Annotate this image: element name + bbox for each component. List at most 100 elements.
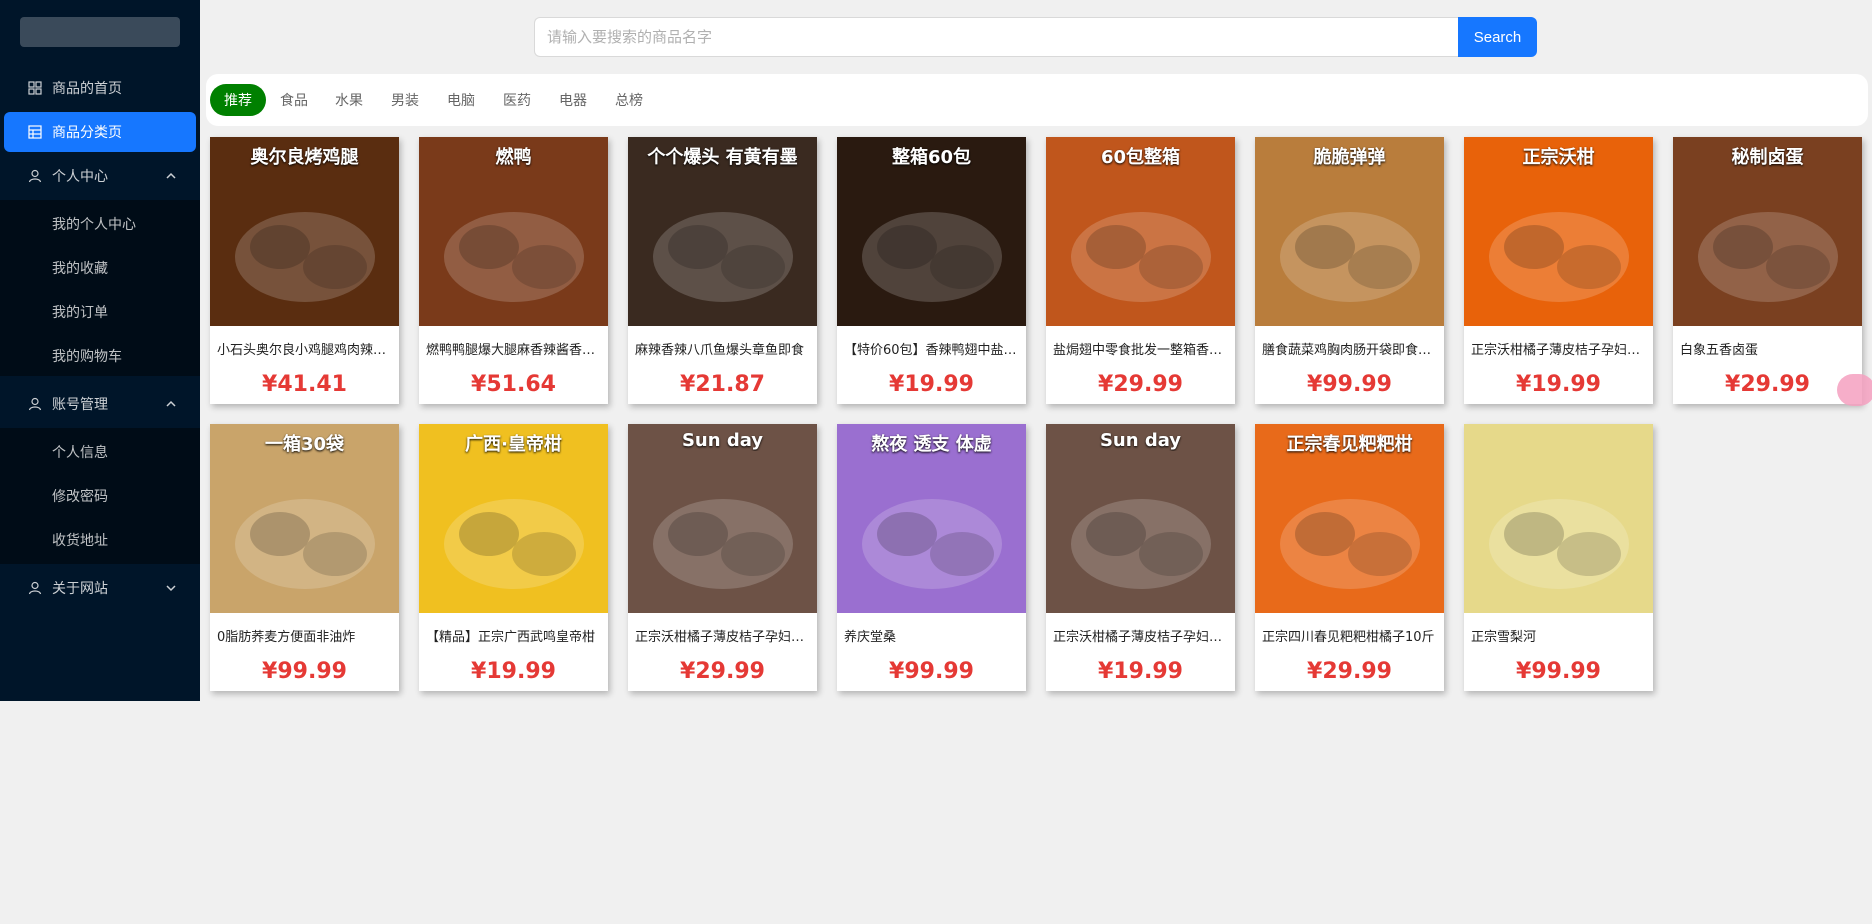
product-image[interactable]: 秘制卤蛋 [1673, 137, 1862, 326]
product-price: ¥99.99 [1516, 659, 1601, 684]
tab-ranking[interactable]: 总榜 [615, 84, 643, 116]
product-name[interactable]: 麻辣香辣八爪鱼爆头章鱼即食 [635, 339, 815, 358]
product-price: ¥99.99 [889, 659, 974, 684]
floating-assistant-button[interactable] [1837, 374, 1872, 406]
menu-item-account[interactable]: 账号管理 [0, 384, 200, 424]
chevron-up-icon [166, 400, 176, 407]
tab-medicine[interactable]: 医药 [503, 84, 531, 116]
product-name[interactable]: 盐焗翅中零食批发一整箱香辣卤味 [1053, 339, 1233, 358]
product-image[interactable]: 熬夜 透支 体虚 [837, 424, 1026, 613]
product-name[interactable]: 0脂肪荞麦方便面非油炸 [217, 626, 397, 645]
submenu-item-favorites[interactable]: 我的收藏 [0, 248, 200, 288]
category-tabs: 推荐 食品 水果 男装 电脑 医药 电器 总榜 [206, 74, 1868, 126]
submenu-item-profile[interactable]: 个人信息 [0, 432, 200, 472]
search-bar: Search [534, 17, 1537, 57]
product-image[interactable]: 一箱30袋 [210, 424, 399, 613]
menu-item-label: 账号管理 [52, 397, 108, 413]
product-card[interactable]: Sun day 正宗沃柑橘子薄皮桔子孕妇水果 ¥29.99 [628, 424, 817, 691]
product-card[interactable]: 个个爆头 有黄有墨 麻辣香辣八爪鱼爆头章鱼即食 ¥21.87 [628, 137, 817, 404]
product-name[interactable]: 【特价60包】香辣鸭翅中盐焗卤味 [844, 339, 1024, 358]
product-card[interactable]: 广西·皇帝柑【精品】正宗广西武鸣皇帝柑 ¥19.99 [419, 424, 608, 691]
product-price: ¥19.99 [471, 659, 556, 684]
product-image-caption: 60包整箱 [1100, 147, 1181, 168]
appstore-icon [28, 81, 42, 95]
product-image[interactable] [1464, 424, 1653, 613]
menu-item-personal-center[interactable]: 个人中心 [0, 156, 200, 196]
product-price: ¥29.99 [1098, 372, 1183, 397]
submenu-item-orders[interactable]: 我的订单 [0, 292, 200, 332]
product-price: ¥19.99 [1516, 372, 1601, 397]
tab-fruit[interactable]: 水果 [335, 84, 363, 116]
product-name[interactable]: 正宗四川春见粑粑柑橘子10斤 [1262, 626, 1442, 645]
app-root: 商品的首页 商品分类页 个人中心 我的个人中心 我的收藏 我的订单 我的购物车 … [0, 0, 1872, 924]
product-card[interactable]: 脆脆弹弹 膳食蔬菜鸡胸肉肠开袋即食零食 ¥99.99 [1255, 137, 1444, 404]
product-card[interactable]: 整箱60包 【特价60包】香辣鸭翅中盐焗卤味 ¥19.99 [837, 137, 1026, 404]
product-card[interactable]: 燃鸭 燃鸭鸭腿爆大腿麻香辣酱香卤味 ¥51.64 [419, 137, 608, 404]
product-image[interactable]: 脆脆弹弹 [1255, 137, 1444, 326]
tab-computer[interactable]: 电脑 [447, 84, 475, 116]
user-icon [28, 397, 42, 411]
submenu-item-address[interactable]: 收货地址 [0, 520, 200, 560]
product-image[interactable]: 燃鸭 [419, 137, 608, 326]
product-image-caption: 熬夜 透支 体虚 [871, 434, 992, 455]
product-image-caption: 正宗春见粑粑柑 [1286, 434, 1413, 455]
menu-item-home[interactable]: 商品的首页 [0, 68, 200, 108]
tab-appliance[interactable]: 电器 [559, 84, 587, 116]
product-card[interactable]: Sun day 正宗沃柑橘子薄皮桔子孕妇水果 ¥19.99 [1046, 424, 1235, 691]
product-name[interactable]: 白象五香卤蛋 [1680, 339, 1860, 358]
product-card[interactable]: 60包整箱盐焗翅中零食批发一整箱香辣卤味 ¥29.99 [1046, 137, 1235, 404]
product-image[interactable]: 正宗沃柑 [1464, 137, 1653, 326]
product-image[interactable]: 个个爆头 有黄有墨 [628, 137, 817, 326]
product-card[interactable]: 奥尔良烤鸡腿小石头奥尔良小鸡腿鸡肉辣卤香卤味 ¥41.41 [210, 137, 399, 404]
product-image[interactable]: 广西·皇帝柑 [419, 424, 608, 613]
table-icon [28, 125, 42, 139]
product-image-caption: Sun day [1099, 430, 1182, 451]
product-image-caption: 广西·皇帝柑 [465, 434, 562, 455]
product-card[interactable]: 正宗雪梨河 ¥99.99 [1464, 424, 1653, 691]
product-card[interactable]: 一箱30袋 0脂肪荞麦方便面非油炸 ¥99.99 [210, 424, 399, 691]
product-image[interactable]: 正宗春见粑粑柑 [1255, 424, 1444, 613]
user-icon [28, 169, 42, 183]
product-card[interactable]: 正宗春见粑粑柑 正宗四川春见粑粑柑橘子10斤 ¥29.99 [1255, 424, 1444, 691]
product-price: ¥21.87 [680, 372, 765, 397]
product-price: ¥29.99 [680, 659, 765, 684]
tab-food[interactable]: 食品 [280, 84, 308, 116]
product-card[interactable]: 秘制卤蛋白象五香卤蛋 ¥29.99 [1673, 137, 1862, 404]
product-name[interactable]: 【精品】正宗广西武鸣皇帝柑 [426, 626, 606, 645]
submenu-item-my-center[interactable]: 我的个人中心 [0, 204, 200, 244]
chevron-up-icon [166, 172, 176, 179]
menu-item-label: 关于网站 [52, 581, 108, 597]
submenu-item-change-password[interactable]: 修改密码 [0, 476, 200, 516]
product-image[interactable]: 整箱60包 [837, 137, 1026, 326]
sidebar: 商品的首页 商品分类页 个人中心 我的个人中心 我的收藏 我的订单 我的购物车 … [0, 0, 200, 701]
menu-item-label: 个人中心 [52, 169, 108, 185]
product-name[interactable]: 正宗沃柑橘子薄皮桔子孕妇水果 [1053, 626, 1233, 645]
search-button[interactable]: Search [1458, 17, 1537, 57]
product-image-caption: 个个爆头 有黄有墨 [647, 147, 798, 168]
product-name[interactable]: 燃鸭鸭腿爆大腿麻香辣酱香卤味 [426, 339, 606, 358]
product-name[interactable]: 正宗雪梨河 [1471, 626, 1651, 645]
tab-recommend[interactable]: 推荐 [210, 84, 266, 116]
product-image[interactable]: Sun day [1046, 424, 1235, 613]
user-icon [28, 581, 42, 595]
product-image-caption: 脆脆弹弹 [1313, 147, 1386, 168]
product-name[interactable]: 养庆堂桑 [844, 626, 1024, 645]
menu-item-about[interactable]: 关于网站 [0, 568, 200, 608]
logo-placeholder [20, 17, 180, 47]
product-name[interactable]: 膳食蔬菜鸡胸肉肠开袋即食零食 [1262, 339, 1442, 358]
product-name[interactable]: 正宗沃柑橘子薄皮桔子孕妇水果 [635, 626, 815, 645]
product-card[interactable]: 正宗沃柑正宗沃柑橘子薄皮桔子孕妇水果 ¥19.99 [1464, 137, 1653, 404]
product-card[interactable]: 熬夜 透支 体虚养庆堂桑 ¥99.99 [837, 424, 1026, 691]
product-image[interactable]: Sun day [628, 424, 817, 613]
product-price: ¥99.99 [262, 659, 347, 684]
search-input[interactable] [534, 17, 1458, 57]
tab-menswear[interactable]: 男装 [391, 84, 419, 116]
product-image[interactable]: 60包整箱 [1046, 137, 1235, 326]
product-name[interactable]: 正宗沃柑橘子薄皮桔子孕妇水果 [1471, 339, 1651, 358]
product-image[interactable]: 奥尔良烤鸡腿 [210, 137, 399, 326]
product-name[interactable]: 小石头奥尔良小鸡腿鸡肉辣卤香卤味 [217, 339, 397, 358]
menu-item-category[interactable]: 商品分类页 [4, 112, 196, 152]
submenu-item-cart[interactable]: 我的购物车 [0, 336, 200, 376]
product-price: ¥19.99 [1098, 659, 1183, 684]
product-price: ¥29.99 [1725, 372, 1810, 397]
